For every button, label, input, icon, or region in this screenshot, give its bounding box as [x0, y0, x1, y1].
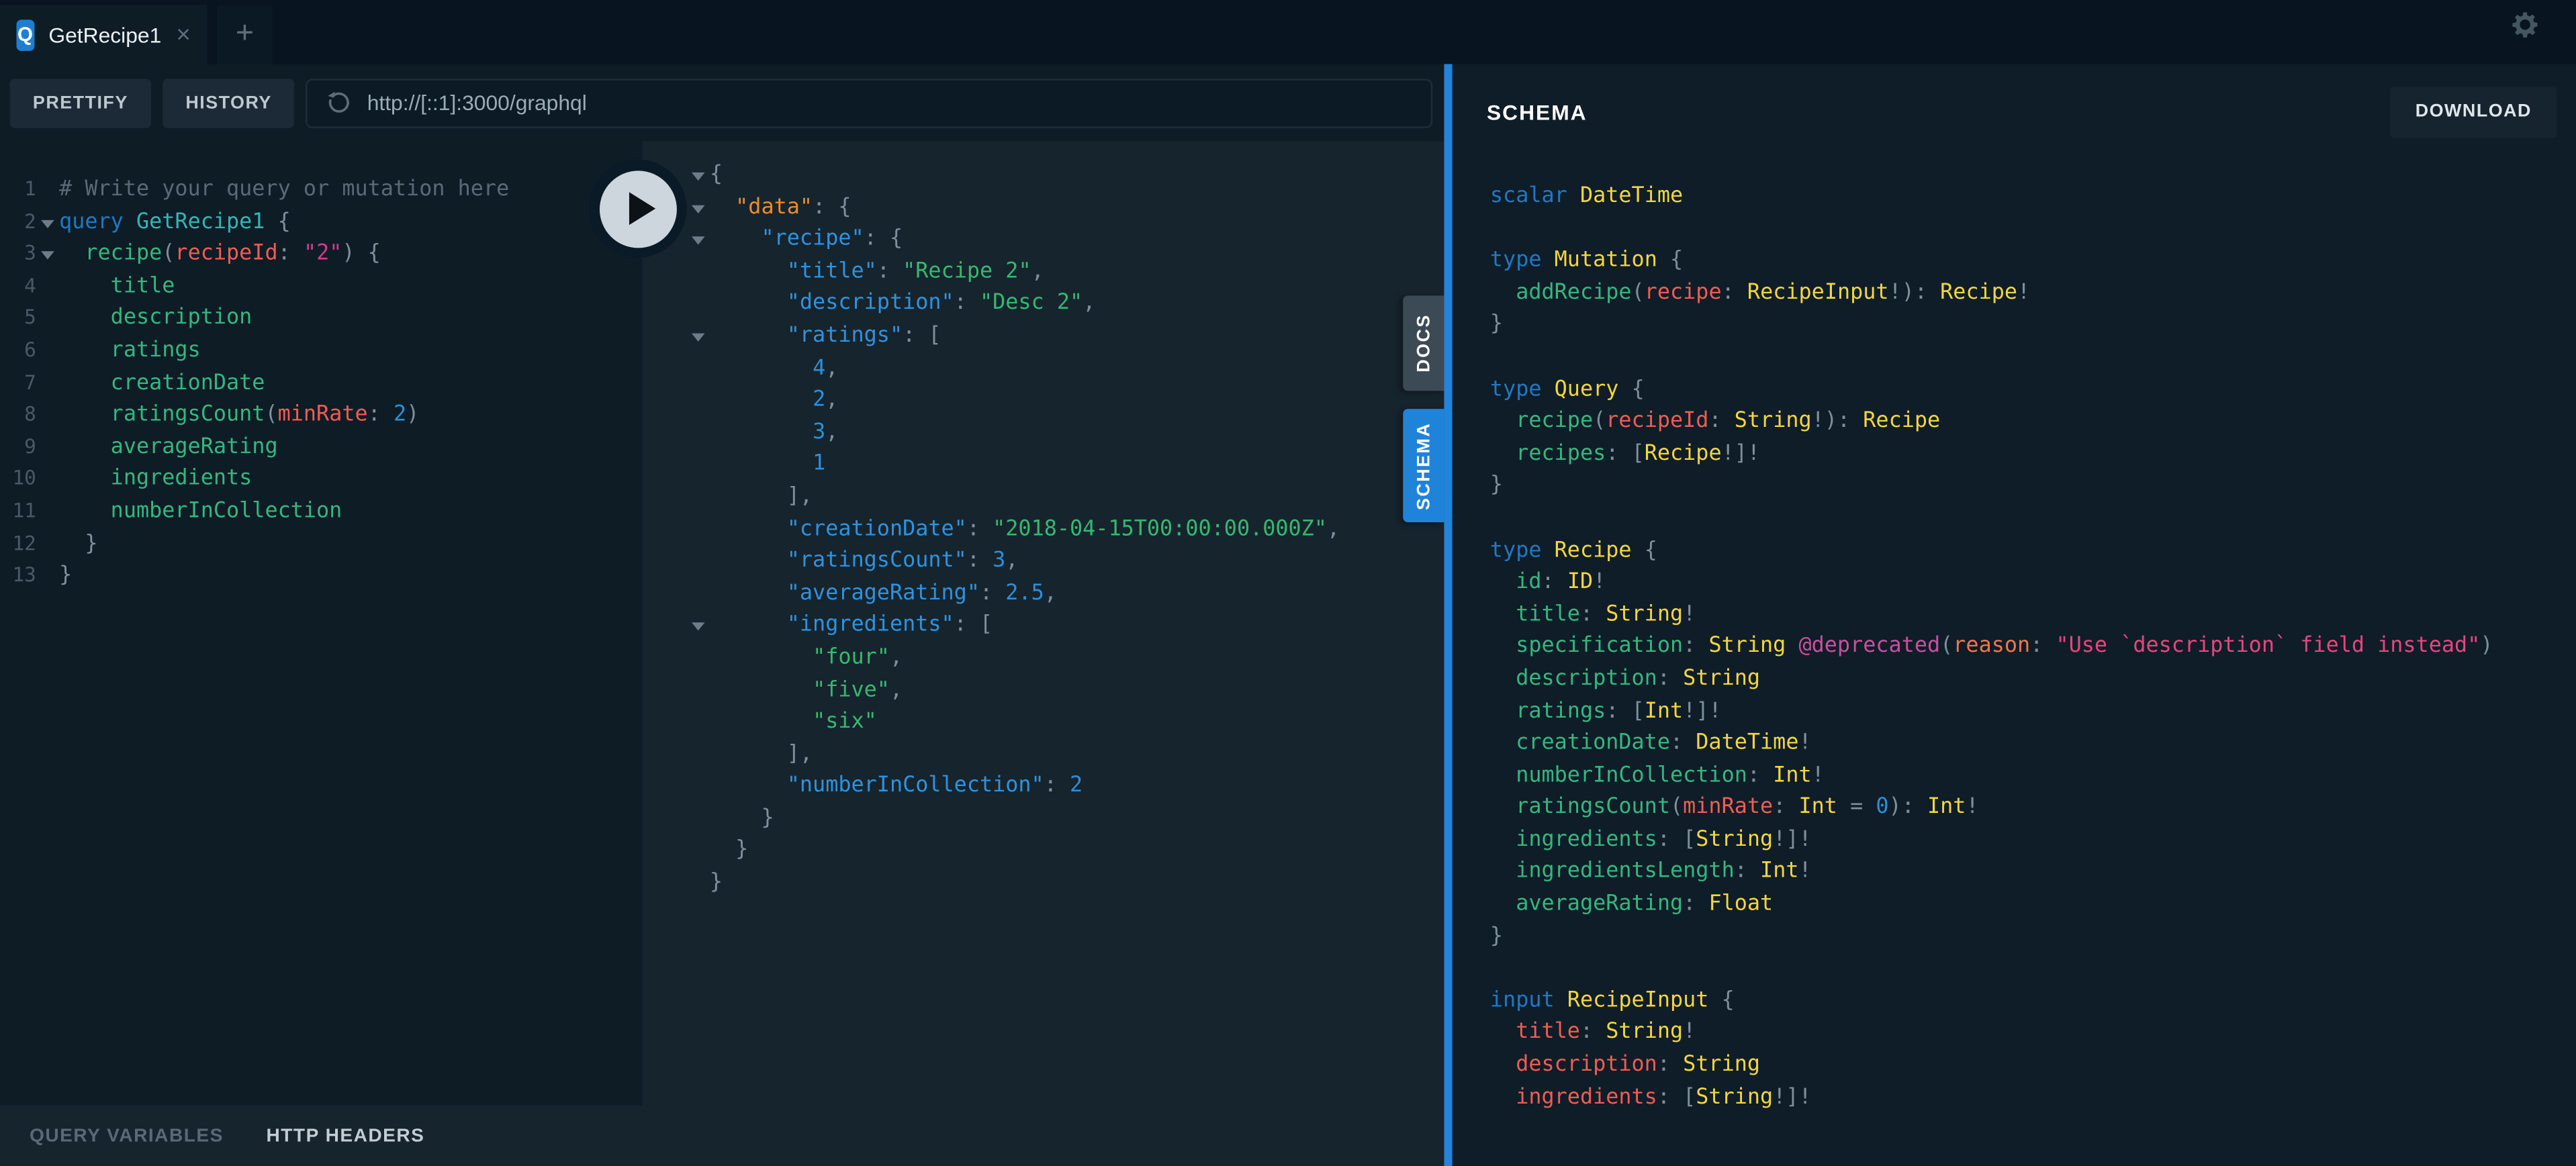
- tab-bar: Q GetRecipe1 × +: [0, 0, 2576, 64]
- endpoint-url-text: http://[::1]:3000/graphql: [367, 91, 587, 115]
- prettify-button[interactable]: PRETTIFY: [10, 78, 151, 127]
- schema-tab-label: SCHEMA: [1414, 422, 1433, 509]
- reload-icon[interactable]: [326, 89, 353, 115]
- toolbar: PRETTIFY HISTORY http://[::1]:3000/graph…: [0, 64, 1444, 141]
- query-code: 1# Write your query or mutation here2que…: [0, 174, 643, 592]
- graphql-playground-window: Q GetRecipe1 × + PRETTIFY HISTORY: [0, 0, 2576, 1166]
- http-headers-tab[interactable]: HTTP HEADERS: [266, 1126, 424, 1145]
- schema-panel-title: SCHEMA: [1487, 99, 1588, 124]
- settings-gear-icon[interactable]: [2509, 8, 2542, 41]
- endpoint-url-input[interactable]: http://[::1]:3000/graphql: [306, 78, 1432, 127]
- play-circle: [599, 170, 676, 247]
- close-tab-icon[interactable]: ×: [176, 22, 190, 47]
- tab-title: GetRecipe1: [48, 22, 161, 47]
- query-variables-tab[interactable]: QUERY VARIABLES: [30, 1126, 224, 1145]
- query-editor[interactable]: 1# Write your query or mutation here2que…: [0, 141, 643, 1105]
- new-tab-button[interactable]: +: [217, 5, 273, 64]
- panel-divider[interactable]: [1444, 64, 1452, 1166]
- schema-sdl-code: scalar DateTimetype Mutation { addRecipe…: [1490, 181, 2576, 1114]
- history-button[interactable]: HISTORY: [163, 78, 295, 127]
- play-icon: [629, 192, 655, 225]
- schema-side-tab[interactable]: SCHEMA: [1403, 409, 1444, 522]
- response-pane: { "data": { "recipe": { "title": "Recipe…: [643, 141, 1444, 1105]
- workspace-left-section: PRETTIFY HISTORY http://[::1]:3000/graph…: [0, 64, 1444, 1166]
- response-json: { "data": { "recipe": { "title": "Recipe…: [687, 159, 1444, 899]
- schema-header: SCHEMA DOWNLOAD: [1453, 64, 2576, 159]
- query-badge-icon: Q: [16, 19, 34, 50]
- schema-panel: SCHEMA DOWNLOAD scalar DateTimetype Muta…: [1453, 64, 2576, 1166]
- bottom-bar: QUERY VARIABLES HTTP HEADERS: [0, 1105, 1444, 1166]
- tab-getrecipe1[interactable]: Q GetRecipe1 ×: [0, 5, 207, 64]
- download-button[interactable]: DOWNLOAD: [2391, 86, 2557, 137]
- docs-tab-label: DOCS: [1414, 314, 1433, 373]
- docs-side-tab[interactable]: DOCS: [1403, 295, 1444, 391]
- execute-button[interactable]: [588, 159, 687, 258]
- editor-response-area: 1# Write your query or mutation here2que…: [0, 141, 1444, 1105]
